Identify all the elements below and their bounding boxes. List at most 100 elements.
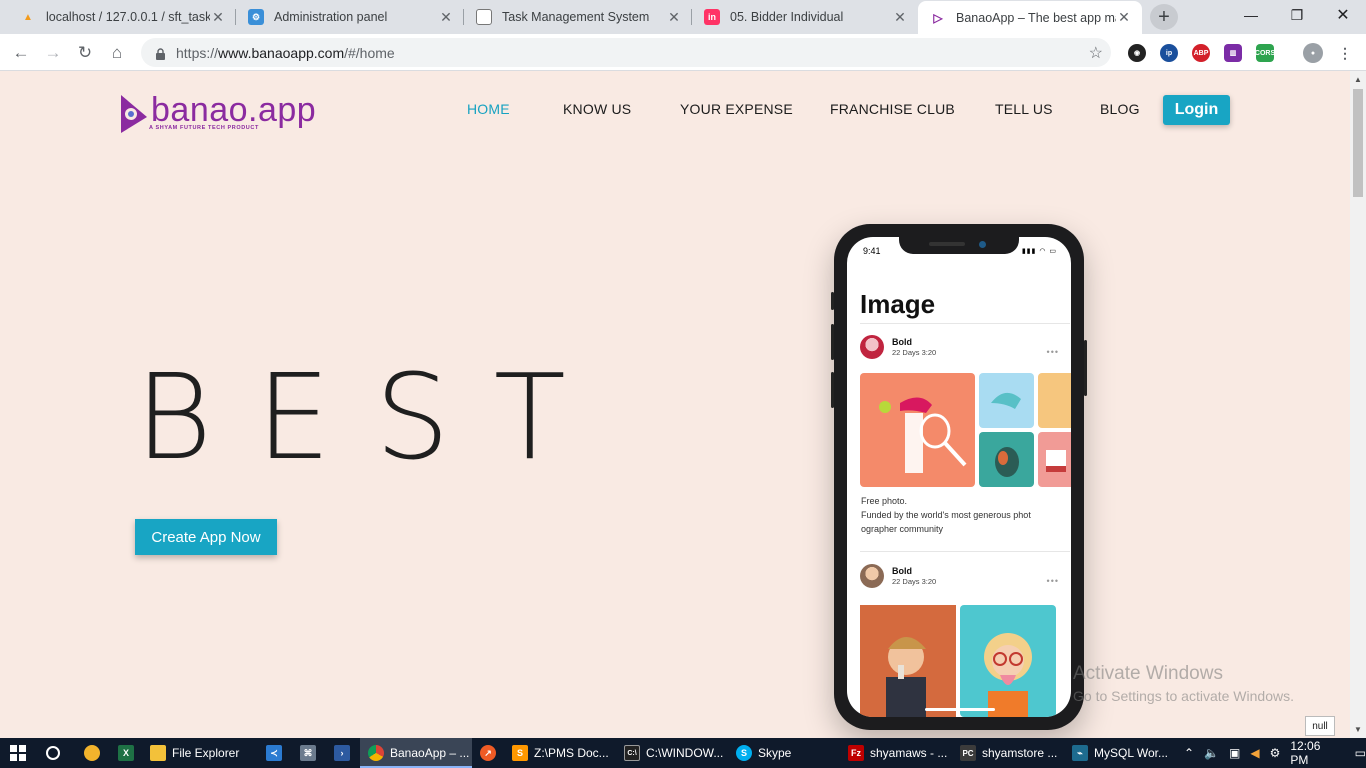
chevron-up-icon[interactable]: ⌃	[1184, 746, 1194, 760]
tab-task-management[interactable]: Task Management System ✕	[464, 0, 692, 34]
taskbar-sublime[interactable]: S Z:\PMS Doc...	[512, 738, 616, 768]
taskbar-label: Skype	[758, 746, 792, 760]
taskbar-skype[interactable]: S Skype	[736, 738, 840, 768]
vscode-icon: ≺	[266, 745, 282, 761]
skype-icon: S	[736, 745, 752, 761]
taskbar-powershell[interactable]: ›	[334, 738, 354, 768]
taskbar-excel[interactable]: X	[118, 738, 138, 768]
site-logo[interactable]: banao.app A SHYAM FUTURE TECH PRODUCT	[119, 93, 316, 135]
photo-tile-yellow	[1038, 373, 1071, 428]
post-time: 22 Days 3:20	[892, 347, 937, 357]
taskbar-chrome-banaoapp[interactable]: BanaoApp – ...	[360, 738, 472, 768]
tab-strip: ▲ localhost / 127.0.0.1 / sft_task_ ✕ ⚙ …	[0, 0, 1366, 34]
ip-extension-icon[interactable]: ip	[1160, 44, 1178, 62]
login-button[interactable]: Login	[1163, 95, 1230, 125]
putty-icon: PC	[960, 745, 976, 761]
screen-title: Image	[860, 289, 936, 319]
nav-your-expense[interactable]: YOUR EXPENSE	[680, 101, 793, 117]
clock[interactable]: 12:06 PM	[1290, 739, 1340, 767]
profile-avatar-icon[interactable]: ●	[1303, 43, 1323, 63]
scrollbar-thumb[interactable]	[1353, 89, 1363, 197]
nav-franchise-club[interactable]: FRANCHISE CLUB	[830, 101, 955, 117]
divider	[860, 551, 1070, 552]
tab-bidder-individual[interactable]: in 05. Bidder Individual ✕	[692, 0, 918, 34]
windows-logo-icon	[10, 745, 26, 761]
volume-icon[interactable]: ◀	[1250, 746, 1259, 760]
settings-tray-icon[interactable]: ⚙	[1270, 746, 1281, 760]
filezilla-icon: Fz	[848, 745, 864, 761]
taskbar-label: shyamaws - ...	[870, 746, 948, 760]
start-button[interactable]	[10, 738, 30, 768]
nav-blog[interactable]: BLOG	[1100, 101, 1140, 117]
grid-extension-icon[interactable]: ▥	[1224, 44, 1242, 62]
home-icon[interactable]: ⌂	[104, 40, 130, 66]
window-close-button[interactable]: ✕	[1320, 0, 1366, 30]
taskbar-file-explorer[interactable]: File Explorer	[150, 738, 250, 768]
sublime-icon: S	[512, 745, 528, 761]
cortana-button[interactable]	[46, 738, 64, 768]
phone-mockup: 9:41 ▮▮▮ ◠ ▭ Image Bold 22 Days 3:20 •••	[831, 224, 1087, 730]
tab-phpmyadmin[interactable]: ▲ localhost / 127.0.0.1 / sft_task_ ✕	[8, 0, 236, 34]
back-icon[interactable]: ←	[8, 40, 34, 66]
taskbar-network[interactable]: ⌘	[300, 738, 320, 768]
status-time: 9:41	[863, 246, 881, 256]
windows-taskbar: X File Explorer ≺ ⌘ › BanaoApp – ... ↗ S…	[0, 738, 1366, 768]
url-scheme: https://	[176, 44, 219, 61]
nav-know-us[interactable]: KNOW US	[563, 101, 631, 117]
notifications-icon[interactable]: ▭	[1355, 746, 1366, 760]
page-scrollbar[interactable]: ▲ ▼	[1350, 71, 1366, 738]
network-status-icon[interactable]: ▣	[1229, 746, 1240, 760]
avatar	[860, 335, 884, 359]
bookmark-star-icon[interactable]: ☆	[1089, 43, 1103, 63]
tab-title: BanaoApp – The best app mak	[956, 10, 1116, 25]
taskbar-putty[interactable]: PC shyamstore ...	[960, 738, 1064, 768]
close-icon[interactable]: ✕	[438, 9, 454, 26]
create-app-now-button[interactable]: Create App Now	[135, 519, 277, 555]
close-icon[interactable]: ✕	[666, 9, 682, 26]
taskbar-vscode[interactable]: ≺	[266, 738, 286, 768]
post-caption: Free photo. Funded by the world's most g…	[861, 494, 1066, 536]
circle-icon	[46, 746, 60, 760]
scroll-down-icon[interactable]: ▼	[1354, 725, 1362, 734]
banao-logo-icon	[121, 95, 147, 133]
taskbar-mysql-workbench[interactable]: ⌁ MySQL Wor...	[1072, 738, 1176, 768]
cmd-icon: C:\	[624, 745, 640, 761]
avatar	[860, 564, 884, 588]
address-bar[interactable]: https://www.banaoapp.com/#/home ☆	[141, 38, 1111, 67]
forward-icon[interactable]: →	[40, 40, 66, 66]
phpmyadmin-icon: ▲	[23, 11, 33, 23]
photo-tile-blue	[979, 373, 1034, 428]
more-icon: •••	[1046, 347, 1059, 357]
scroll-up-icon[interactable]: ▲	[1354, 75, 1362, 84]
menu-kebab-icon[interactable]: ⋮	[1336, 44, 1354, 62]
more-icon: •••	[1046, 576, 1059, 586]
minimize-button[interactable]: —	[1228, 0, 1274, 30]
color-picker-extension-icon[interactable]: ◉	[1128, 44, 1146, 62]
taskbar-postman[interactable]: ↗	[480, 738, 500, 768]
post-author: Bold	[892, 565, 912, 576]
taskbar-cmd[interactable]: C:\ C:\WINDOW...	[624, 738, 728, 768]
nav-home[interactable]: HOME	[467, 101, 510, 117]
cors-extension-icon[interactable]: CORS	[1255, 44, 1275, 62]
post-time: 22 Days 3:20	[892, 576, 937, 586]
close-icon[interactable]: ✕	[1116, 9, 1132, 26]
divider	[860, 323, 1070, 324]
restore-button[interactable]: ❐	[1274, 0, 1320, 30]
close-icon[interactable]: ✕	[210, 9, 226, 26]
taskbar-filezilla[interactable]: Fz shyamaws - ...	[848, 738, 952, 768]
excel-icon: X	[118, 745, 134, 761]
tab-banaoapp[interactable]: ▷ BanaoApp – The best app mak ✕	[918, 1, 1142, 34]
speaker-muted-icon[interactable]: 🔈	[1204, 746, 1219, 760]
post-header: Bold 22 Days 3:20	[860, 564, 936, 588]
taskbar-label: shyamstore ...	[982, 746, 1058, 760]
new-tab-button[interactable]: +	[1150, 4, 1178, 30]
phone-screen: 9:41 ▮▮▮ ◠ ▭ Image Bold 22 Days 3:20 •••	[847, 237, 1071, 717]
url-path: /#/home	[344, 44, 395, 61]
close-icon[interactable]: ✕	[892, 9, 908, 26]
phone-side-button	[831, 372, 834, 408]
tab-administration-panel[interactable]: ⚙ Administration panel ✕	[236, 0, 464, 34]
nav-tell-us[interactable]: TELL US	[995, 101, 1053, 117]
reload-icon[interactable]: ↻	[72, 40, 98, 66]
taskbar-chrome-canary[interactable]	[84, 738, 104, 768]
adblock-extension-icon[interactable]: ABP	[1192, 44, 1210, 62]
